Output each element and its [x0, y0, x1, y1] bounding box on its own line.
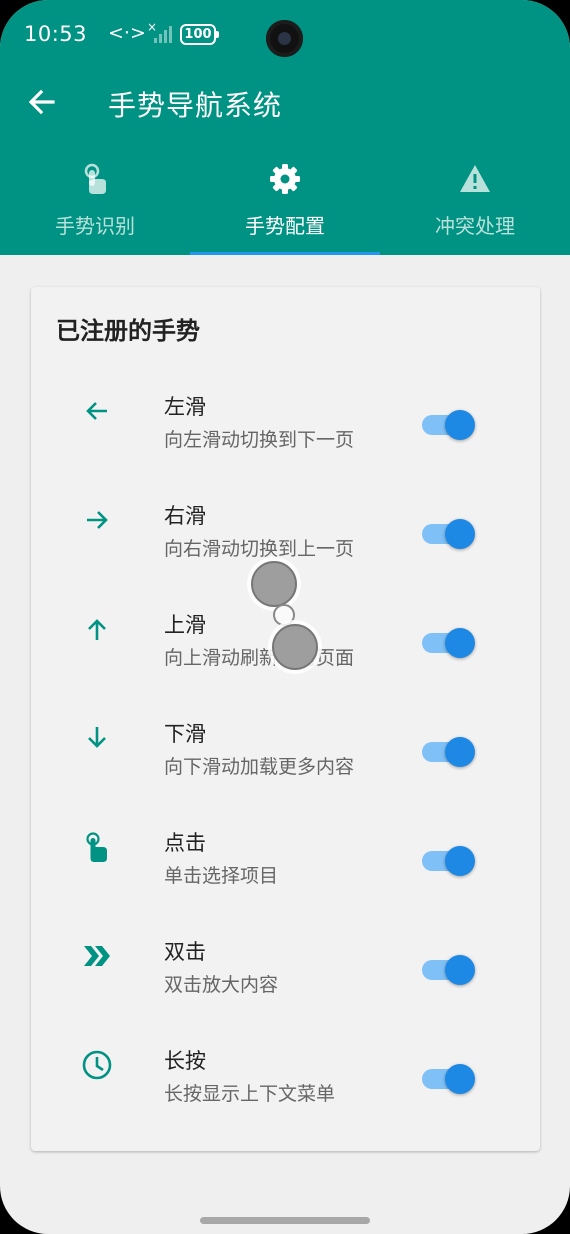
- gesture-description: 单击选择项目: [164, 865, 279, 887]
- gesture-row-swipe-left: 左滑 向左滑动切换到下一页: [31, 389, 540, 489]
- gesture-name: 点击: [164, 831, 206, 855]
- gesture-toggle[interactable]: [421, 627, 477, 658]
- gesture-row-double-tap: 双击 双击放大内容: [31, 934, 540, 1034]
- page-title: 手势导航系统: [108, 89, 283, 122]
- app-bar: 10:53 <·> × 100 手势导航系统 手势识别 手势配置 冲突处理: [0, 0, 570, 255]
- arrow-up-icon: [88, 619, 106, 640]
- gesture-name: 长按: [164, 1049, 206, 1073]
- gesture-name: 双击: [164, 940, 206, 964]
- gesture-name: 下滑: [164, 722, 206, 746]
- gesture-description: 向右滑动切换到上一页: [164, 538, 355, 560]
- touch-indicator: [273, 604, 295, 626]
- double-chevron-icon: [84, 946, 110, 966]
- phone-screen: 10:53 <·> × 100 手势导航系统 手势识别 手势配置 冲突处理 已注…: [0, 0, 570, 1234]
- arrow-down-icon: [88, 727, 106, 748]
- tab-label: 手势配置: [245, 214, 325, 238]
- toggle-thumb: [445, 846, 475, 876]
- gesture-row-long-press: 长按 长按显示上下文菜单: [31, 1043, 540, 1143]
- gesture-description: 向左滑动切换到下一页: [164, 429, 355, 451]
- toggle-thumb: [445, 1064, 475, 1094]
- gesture-toggle[interactable]: [421, 845, 477, 876]
- tab-label: 手势识别: [55, 214, 135, 238]
- touch-indicator: [272, 624, 318, 670]
- battery-icon: 100: [180, 24, 219, 45]
- gesture-toggle[interactable]: [421, 954, 477, 985]
- touch-icon: [84, 163, 106, 194]
- gesture-toggle[interactable]: [421, 736, 477, 767]
- gear-icon: [270, 164, 300, 194]
- toggle-thumb: [445, 628, 475, 658]
- arrow-back-icon: [28, 89, 55, 115]
- arrow-right-icon: [87, 511, 108, 529]
- gesture-description: 向上滑动刷新当前页面: [164, 647, 355, 669]
- gesture-description: 向下滑动加载更多内容: [164, 756, 355, 778]
- touch-indicator: [251, 561, 297, 607]
- toggle-thumb: [445, 519, 475, 549]
- back-button[interactable]: [22, 82, 62, 122]
- gesture-row-tap: 点击 单击选择项目: [31, 825, 540, 925]
- front-camera: [266, 20, 303, 57]
- network-speed-icon: <·>: [108, 22, 146, 44]
- tab-label: 冲突处理: [435, 214, 515, 238]
- gesture-description: 长按显示上下文菜单: [164, 1083, 336, 1105]
- gesture-name: 右滑: [164, 504, 206, 528]
- toggle-thumb: [445, 410, 475, 440]
- registered-gestures-card: 已注册的手势 左滑 向左滑动切换到下一页 右滑 向右滑动切换到上一页 上滑 向上…: [31, 287, 540, 1151]
- gesture-toggle[interactable]: [421, 409, 477, 440]
- signal-icon: [154, 25, 176, 43]
- status-time: 10:53: [24, 22, 88, 46]
- tab-indicator: [190, 252, 380, 255]
- clock-icon: [82, 1050, 112, 1080]
- gesture-toggle[interactable]: [421, 1063, 477, 1094]
- touch-icon: [86, 832, 107, 862]
- arrow-left-icon: [86, 402, 107, 420]
- gesture-name: 上滑: [164, 613, 206, 637]
- gesture-toggle[interactable]: [421, 518, 477, 549]
- toggle-thumb: [445, 737, 475, 767]
- warning-icon: [460, 165, 490, 192]
- gesture-row-swipe-down: 下滑 向下滑动加载更多内容: [31, 716, 540, 816]
- status-bar: 10:53 <·> × 100: [0, 0, 570, 70]
- tab-conflict-handling[interactable]: 冲突处理: [380, 148, 570, 255]
- toggle-thumb: [445, 955, 475, 985]
- gesture-description: 双击放大内容: [164, 974, 279, 996]
- tab-gesture-config[interactable]: 手势配置: [190, 148, 380, 255]
- gesture-name: 左滑: [164, 395, 206, 419]
- home-indicator[interactable]: [200, 1217, 370, 1224]
- tab-gesture-recognition[interactable]: 手势识别: [0, 148, 190, 255]
- card-title: 已注册的手势: [56, 317, 200, 345]
